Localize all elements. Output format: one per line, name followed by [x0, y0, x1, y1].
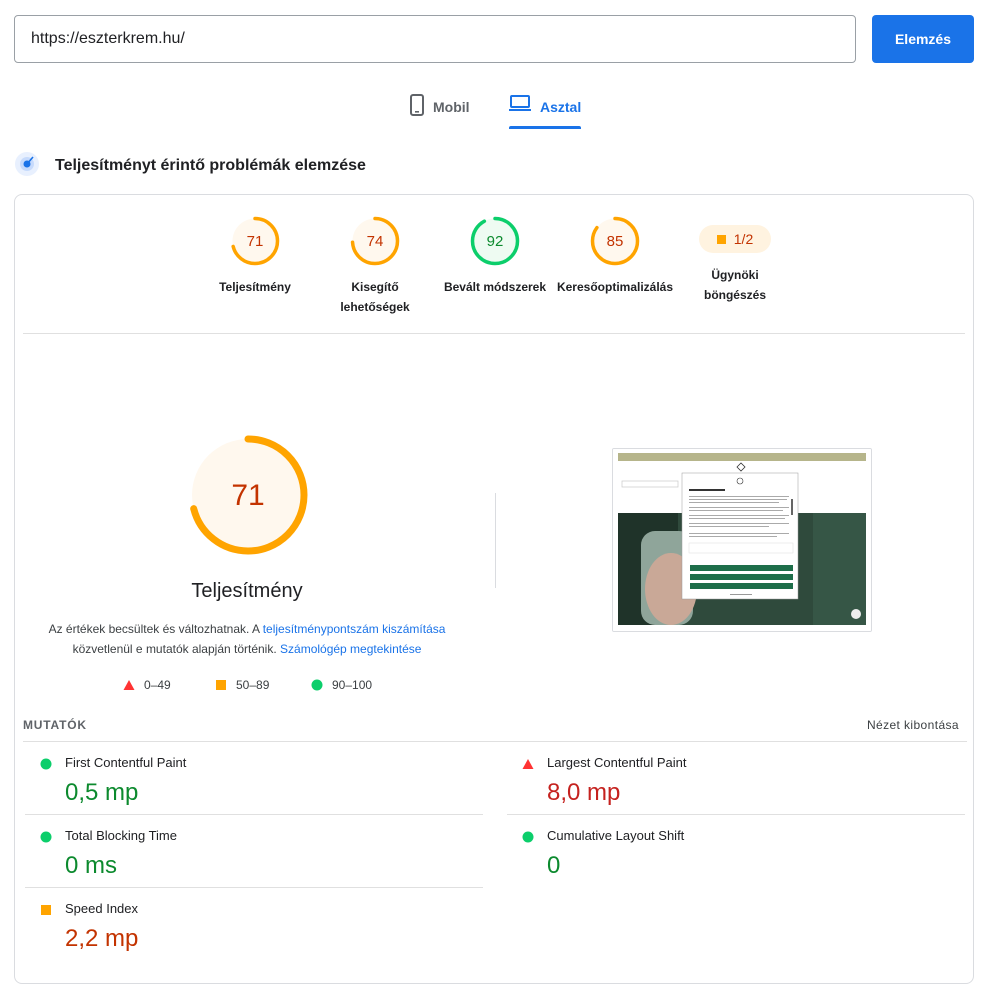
gauge-performance[interactable]: 71 Teljesítmény [195, 215, 315, 297]
page-screenshot-image [613, 449, 871, 631]
pass-circle-icon [522, 831, 534, 843]
performance-gauge: 71 [188, 435, 308, 555]
score-legend: 0–49 50–89 90–100 [123, 678, 383, 694]
gauge-best-practices-ring: 92 [470, 216, 520, 266]
tab-desktop-label: Asztal [540, 99, 582, 115]
gauge-performance-ring: 71 [230, 216, 280, 266]
gauge-accessibility-value: 74 [367, 233, 384, 250]
tab-mobile[interactable]: Mobil [410, 88, 470, 130]
report-card: 71 Teljesítmény 74 Kisegítő lehetőségek … [14, 194, 974, 984]
diagnose-icon [14, 151, 40, 182]
fail-triangle-icon [123, 680, 135, 690]
gauge-seo-value: 85 [607, 233, 624, 250]
gauge-agentic-browsing[interactable]: 1/2 Ügynöki böngészés [675, 215, 795, 305]
desc-text-2: közvetlenül e mutatók alapján történik. [72, 642, 281, 656]
metric-cumulative-layout-shift[interactable]: Cumulative Layout Shift 0 [507, 815, 965, 888]
gauge-performance-value: 71 [247, 233, 264, 250]
vertical-divider [495, 493, 496, 588]
metric-value: 0,5 mp [65, 779, 139, 806]
metric-value: 0 ms [65, 852, 118, 879]
section-header: Teljesítményt érintő problémák elemzése [14, 151, 366, 182]
legend-fail-label: 0–49 [144, 678, 171, 692]
pass-circle-icon [40, 758, 52, 770]
laptop-icon [509, 94, 531, 115]
pass-circle-icon [40, 831, 52, 843]
legend-pass-label: 90–100 [332, 678, 373, 692]
pass-circle-icon [311, 679, 323, 691]
expand-view-toggle[interactable]: Nézet kibontása [867, 718, 959, 732]
metric-first-contentful-paint[interactable]: First Contentful Paint 0,5 mp [25, 742, 483, 815]
divider [23, 333, 965, 334]
metric-value: 0 [547, 852, 561, 879]
calculator-link[interactable]: Számológép megtekintése [280, 642, 421, 656]
section-title: Teljesítményt érintő problémák elemzése [55, 157, 366, 174]
url-bar: Elemzés [14, 15, 974, 63]
smartphone-icon [410, 94, 424, 119]
metrics-title: MUTATÓK [23, 718, 87, 732]
tab-mobile-label: Mobil [433, 99, 470, 115]
metric-value: 8,0 mp [547, 779, 621, 806]
performance-description: Az értékek becsültek és változhatnak. A … [35, 619, 459, 659]
metric-largest-contentful-paint[interactable]: Largest Contentful Paint 8,0 mp [507, 742, 965, 815]
average-square-icon [716, 234, 726, 244]
gauge-seo[interactable]: 85 Keresőoptimalizálás [555, 215, 675, 297]
legend-average: 50–89 [215, 678, 269, 692]
gauge-accessibility-label: Kisegítő lehetőségek [340, 280, 410, 314]
average-square-icon [216, 680, 226, 690]
metric-name: Speed Index [65, 901, 139, 916]
gauge-agentic-label: Ügynöki böngészés [703, 268, 766, 302]
metric-name: Largest Contentful Paint [547, 755, 687, 770]
desc-text-1: Az értékek becsültek és változhatnak. A [48, 622, 263, 636]
metric-speed-index[interactable]: Speed Index 2,2 mp [25, 888, 483, 961]
gauge-best-practices[interactable]: 92 Bevált módszerek [435, 215, 555, 297]
metric-name: First Contentful Paint [65, 755, 187, 770]
metrics-header: MUTATÓK Nézet kibontása [23, 714, 967, 742]
average-square-icon [41, 905, 51, 915]
tab-desktop[interactable]: Asztal [509, 88, 582, 130]
metric-name: Total Blocking Time [65, 828, 177, 843]
performance-title: Teljesítmény [191, 580, 303, 602]
gauge-seo-ring: 85 [590, 216, 640, 266]
device-tabs: Mobil Asztal [0, 88, 988, 132]
category-gauges: 71 Teljesítmény 74 Kisegítő lehetőségek … [213, 215, 773, 325]
performance-score: 71 [231, 479, 264, 512]
final-screenshot[interactable] [612, 448, 872, 632]
fail-triangle-icon [522, 759, 534, 769]
metric-value: 2,2 mp [65, 925, 139, 952]
gauge-seo-label: Keresőoptimalizálás [556, 280, 674, 294]
metric-name: Cumulative Layout Shift [547, 828, 685, 843]
agentic-score-value: 1/2 [733, 231, 754, 247]
analyze-button[interactable]: Elemzés [872, 15, 974, 63]
gauge-best-practices-value: 92 [487, 233, 504, 250]
legend-fail: 0–49 [123, 678, 171, 692]
gauge-best-practices-label: Bevált módszerek [443, 280, 547, 294]
score-calculation-link[interactable]: teljesítménypontszám kiszámítása [263, 622, 446, 636]
url-input[interactable] [14, 15, 856, 63]
gauge-accessibility-ring: 74 [350, 216, 400, 266]
legend-pass: 90–100 [311, 678, 372, 692]
gauge-accessibility[interactable]: 74 Kisegítő lehetőségek [315, 215, 435, 317]
legend-average-label: 50–89 [236, 678, 270, 692]
agentic-score-pill: 1/2 [699, 225, 771, 253]
gauge-performance-label: Teljesítmény [219, 280, 291, 294]
metric-total-blocking-time[interactable]: Total Blocking Time 0 ms [25, 815, 483, 888]
